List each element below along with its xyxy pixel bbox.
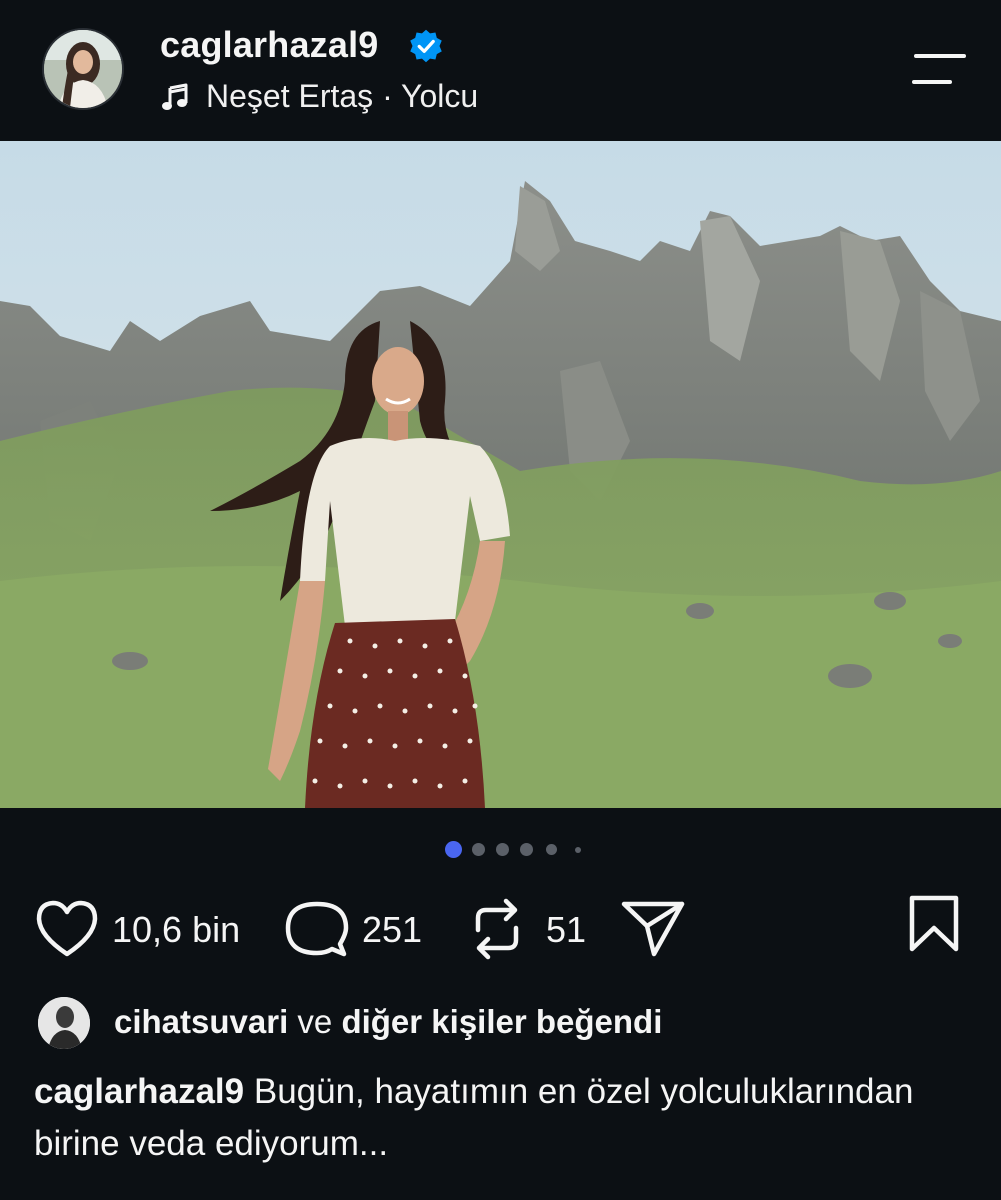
verified-badge-icon: [410, 29, 442, 63]
share-send-icon[interactable]: [620, 898, 686, 958]
post-header: caglarhazal9 Neşet Ertaş · Yolcu: [0, 0, 1001, 141]
caption-username[interactable]: caglarhazal9: [34, 1072, 244, 1111]
carousel-dot: [546, 844, 557, 855]
liked-by-avatar[interactable]: [38, 997, 90, 1049]
post-caption: caglarhazal9 Bugün, hayatımın en özel yo…: [34, 1066, 974, 1170]
post-photo[interactable]: [0, 141, 1001, 808]
liked-by-text: cihatsuvari ve diğer kişiler beğendi: [114, 1003, 662, 1041]
comment-bubble-icon[interactable]: [284, 898, 350, 960]
profile-username[interactable]: caglarhazal9: [160, 24, 379, 66]
like-heart-icon[interactable]: [34, 898, 100, 958]
repost-icon[interactable]: [470, 896, 524, 962]
menu-icon[interactable]: [910, 52, 968, 86]
song-label[interactable]: Neşet Ertaş · Yolcu: [206, 78, 478, 115]
carousel-dot: [575, 847, 581, 853]
liked-by-others[interactable]: diğer kişiler beğendi: [341, 1003, 662, 1040]
carousel-dot: [472, 843, 485, 856]
liked-by-connector: ve: [288, 1003, 342, 1040]
carousel-dot-active: [445, 841, 462, 858]
action-bar: 10,6 bin 251 51: [0, 890, 1001, 970]
comments-count[interactable]: 251: [362, 909, 422, 951]
save-bookmark-icon[interactable]: [906, 894, 962, 954]
likes-count[interactable]: 10,6 bin: [112, 909, 240, 951]
carousel-dot: [520, 843, 533, 856]
profile-avatar[interactable]: [42, 28, 124, 110]
carousel-dot: [496, 843, 509, 856]
music-note-icon: [162, 83, 188, 110]
liked-by-username[interactable]: cihatsuvari: [114, 1003, 288, 1040]
carousel-indicator: [0, 840, 1001, 860]
reposts-count[interactable]: 51: [546, 909, 586, 951]
